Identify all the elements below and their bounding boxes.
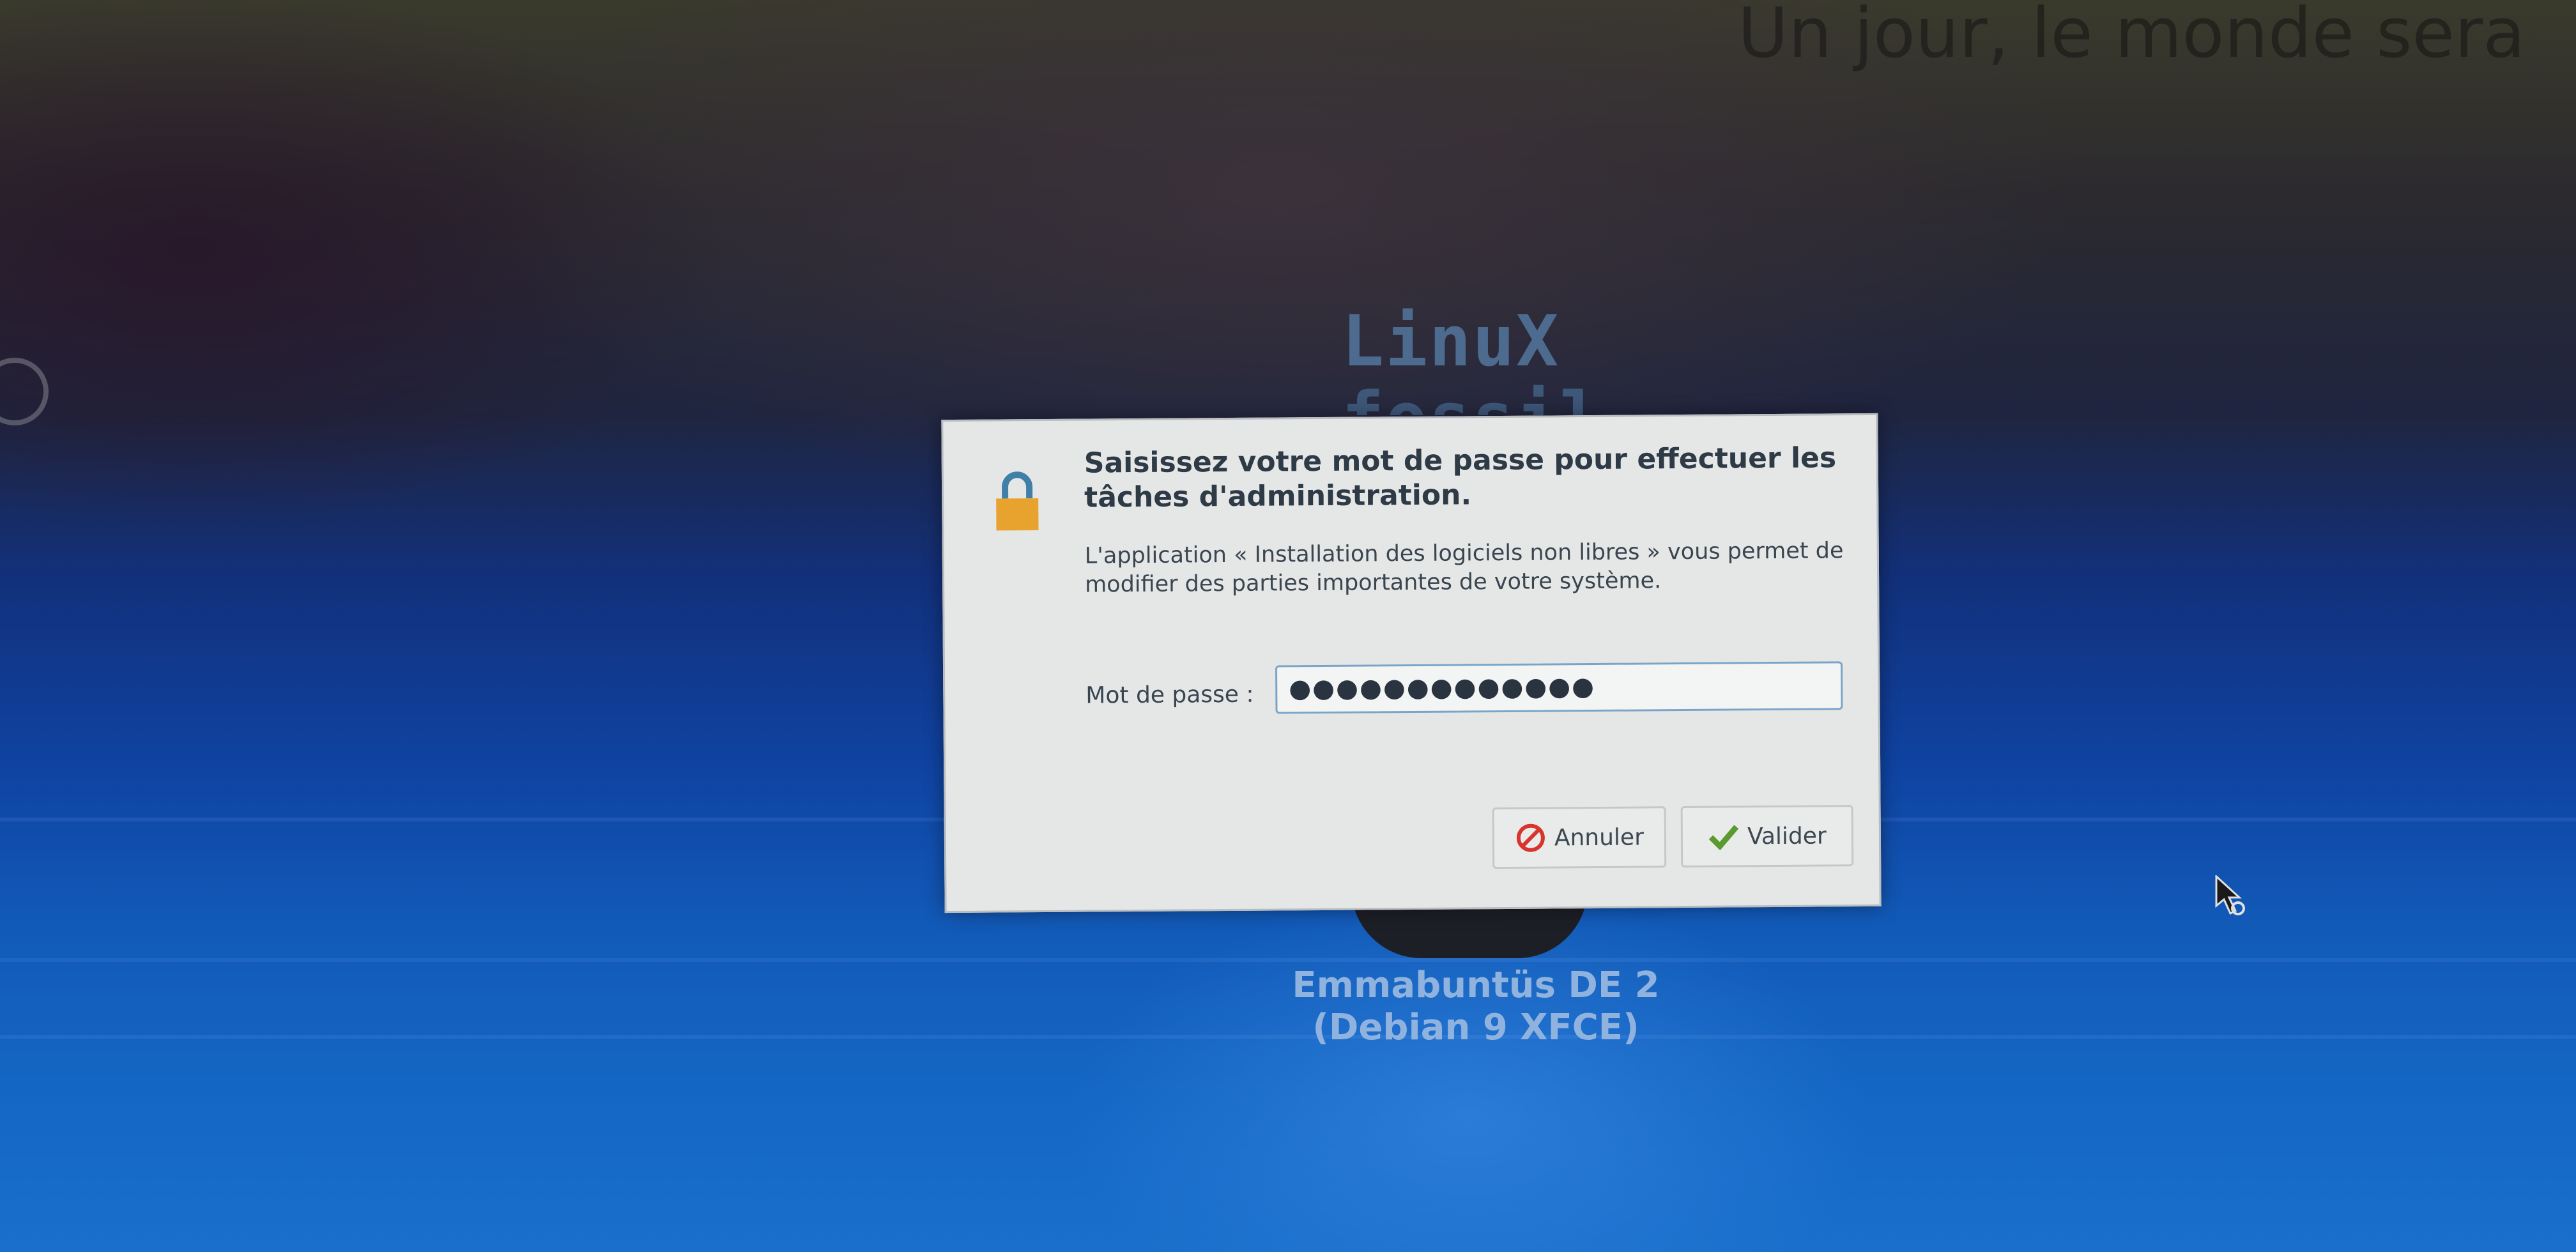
cancel-button[interactable]: Annuler <box>1492 806 1667 869</box>
validate-button[interactable]: Valider <box>1680 805 1854 868</box>
lock-icon <box>996 471 1039 531</box>
authentication-dialog: Saisissez votre mot de passe pour effect… <box>941 413 1882 913</box>
prohibited-icon <box>1516 823 1545 852</box>
password-label: Mot de passe : <box>1085 681 1254 709</box>
validate-button-label: Valider <box>1747 822 1827 850</box>
checkmark-icon <box>1708 825 1739 851</box>
password-field[interactable]: ●●●●●●●●●●●●● <box>1275 661 1843 714</box>
wallpaper-quote: Un jour, le monde sera <box>1738 0 2526 73</box>
distro-label-version: (Debian 9 XFCE) <box>1312 1007 1639 1048</box>
wallpaper-logo-line1: LinuX <box>1342 300 1560 382</box>
desktop-clock-icon <box>0 358 49 425</box>
cancel-button-label: Annuler <box>1554 823 1644 851</box>
scanline <box>0 958 2576 962</box>
distro-label: Emmabuntüs DE 2 (Debian 9 XFCE) <box>1252 965 1699 1049</box>
wallpaper-logo-line2: fossil <box>1342 377 1603 415</box>
dialog-description: L'application « Installation des logicie… <box>1084 538 1844 598</box>
mouse-cursor-icon <box>2215 875 2245 915</box>
distro-label-name: Emmabuntüs DE 2 <box>1292 965 1660 1006</box>
dialog-title: Saisissez votre mot de passe pour effect… <box>1084 441 1837 514</box>
